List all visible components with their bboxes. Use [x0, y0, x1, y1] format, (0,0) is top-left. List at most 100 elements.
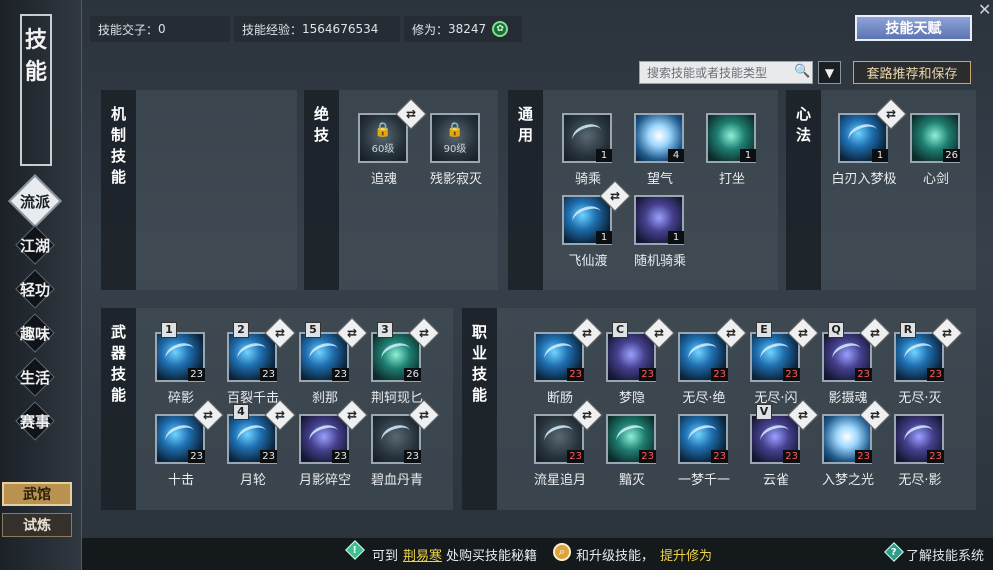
panel-title-char: 能: [110, 386, 126, 404]
wuguan-button[interactable]: 武馆: [2, 482, 72, 506]
nav-label: 江湖: [19, 236, 50, 255]
skill-wujin-jue[interactable]: 23 ⇄ 无尽·绝: [666, 317, 747, 410]
panel-zhiye: 职业技能 23 ⇄ 断肠 C 23 ⇄ 梦隐 23 ⇄ 无尽·绝 E 23 ⇄ …: [462, 308, 976, 510]
nav-label: 流派: [19, 192, 50, 211]
skill-xinjian[interactable]: 26 心剑: [898, 113, 974, 191]
skill-level: 23: [260, 450, 277, 463]
panel-zhiye-title: 职业技能: [462, 308, 497, 510]
shilian-button[interactable]: 试炼: [2, 513, 72, 537]
left-sidebar: 技 能 流派 江湖 轻功 趣味 生活 赛事 武馆 试炼: [0, 0, 82, 570]
panel-jueji-title: 绝技: [304, 90, 339, 290]
xiuwei-icon[interactable]: ✿: [492, 21, 509, 37]
skill-name: 无尽·绝: [682, 391, 726, 406]
skill-name: 流星追月: [533, 473, 586, 488]
nav-label: 轻功: [19, 280, 50, 299]
magnifier-icon[interactable]: ⌕: [553, 543, 571, 561]
skill-wujin-ying[interactable]: 23 无尽·影: [882, 414, 958, 492]
help-link[interactable]: 了解技能系统: [906, 545, 984, 564]
hotkey-badge: E: [756, 322, 772, 338]
page-title-char: 能: [24, 59, 47, 85]
skill-rumeng[interactable]: 23 ⇄ 入梦之光: [810, 399, 891, 492]
skill-shiji[interactable]: 23 ⇄ 十击: [143, 399, 224, 492]
nav-shenghuo[interactable]: 生活: [12, 354, 58, 400]
panel-title-char: 通: [517, 105, 533, 123]
skill-yueying[interactable]: 23 ⇄ 月影碎空: [287, 399, 368, 492]
skill-name: 一梦千一: [677, 473, 730, 488]
panel-jizhi: 机制技能: [101, 90, 297, 290]
panel-title-char: 技: [110, 365, 126, 383]
skill-dazuo[interactable]: 1 打坐: [694, 113, 770, 191]
search-icon[interactable]: 🔍: [794, 64, 810, 80]
skill-level: 23: [332, 368, 349, 381]
skill-anmie[interactable]: 23 黯灭: [594, 414, 670, 492]
skill-name: 残影寂灭: [429, 172, 482, 187]
skill-zhuihun[interactable]: 🔒 60级 ⇄ 追魂: [346, 98, 427, 191]
nav-qinggong[interactable]: 轻功: [12, 266, 58, 312]
skill-level: 23: [567, 368, 584, 381]
lock-icon: 🔒 60级: [371, 121, 395, 155]
hotkey-badge: Q: [828, 322, 844, 338]
lock-level: 60级: [371, 143, 395, 155]
skill-name: 无尽·影: [898, 473, 942, 488]
skill-suijiqicheng[interactable]: 1 随机骑乘: [622, 195, 698, 273]
skill-name: 月轮: [239, 473, 266, 488]
skill-level: 1: [596, 149, 612, 162]
panel-title-char: 机: [110, 105, 126, 123]
nav-label: 趣味: [19, 324, 50, 343]
skill-level: 23: [783, 368, 800, 381]
skill-level: 23: [260, 368, 277, 381]
bottom-tip-bar: [82, 538, 993, 570]
skill-level: 23: [855, 368, 872, 381]
nav-label: 赛事: [19, 412, 50, 431]
skill-canying[interactable]: 🔒 90级 残影寂灭: [418, 113, 494, 191]
skill-mengyin[interactable]: C 23 ⇄ 梦隐: [594, 317, 675, 410]
skill-level: 23: [404, 450, 421, 463]
exp-value: 1564676534: [302, 22, 379, 36]
skill-level: 1: [596, 231, 612, 244]
skill-feixiandu[interactable]: 1 ⇄ 飞仙渡: [550, 180, 631, 273]
skill-search-input[interactable]: 搜索技能或者技能类型: [639, 61, 813, 84]
skill-bairen[interactable]: 1 ⇄ 白刃入梦极: [826, 98, 907, 191]
recommend-save-button[interactable]: 套路推荐和保存: [853, 61, 971, 84]
skill-name: 入梦之光: [821, 473, 874, 488]
panel-title-char: 绝: [313, 105, 329, 123]
page-title-box: 技 能: [20, 14, 52, 166]
skill-wangqi[interactable]: 4 望气: [622, 113, 698, 191]
nav-jianghu[interactable]: 江湖: [12, 222, 58, 268]
skill-wujin-mie[interactable]: R 23 ⇄ 无尽·灭: [882, 317, 963, 410]
skill-name: 白刃入梦极: [831, 172, 897, 187]
skill-yimeng[interactable]: 23 一梦千一: [666, 414, 742, 492]
nav-quwei[interactable]: 趣味: [12, 310, 58, 356]
filter-icon[interactable]: ▼: [818, 61, 841, 84]
skill-bixue[interactable]: 23 ⇄ 碧血丹青: [359, 399, 440, 492]
panel-xinfa: 心法 1 ⇄ 白刃入梦极 26 心剑: [786, 90, 976, 290]
skill-yuelun[interactable]: 4 23 ⇄ 月轮: [215, 399, 296, 492]
skill-level: 1: [668, 231, 684, 244]
skill-level: 23: [188, 450, 205, 463]
panel-title-char: 技: [313, 126, 329, 144]
skill-name: 打坐: [718, 172, 745, 187]
panel-title-char: 制: [110, 126, 126, 144]
hotkey-badge: 5: [305, 322, 321, 338]
skill-level: 23: [783, 450, 800, 463]
jiaozi-stat: 技能交子： 0: [90, 16, 230, 42]
close-icon[interactable]: ✕: [978, 0, 991, 19]
skill-level: 4: [668, 149, 684, 162]
skill-level: 23: [711, 368, 728, 381]
nav-saishi[interactable]: 赛事: [12, 398, 58, 444]
panel-tongyong: 通用 1 骑乘 4 望气 1 打坐 1 ⇄ 飞仙渡 1 随机骑乘: [508, 90, 778, 290]
skill-level: 26: [943, 149, 960, 162]
skill-liuxing[interactable]: 23 ⇄ 流星追月: [522, 399, 603, 492]
exp-stat: 技能经验： 1564676534: [234, 16, 400, 42]
tip-text-1: 可到: [372, 549, 399, 564]
skill-level: 23: [639, 368, 656, 381]
panel-title-char: 器: [110, 344, 126, 362]
skill-yunque[interactable]: V 23 ⇄ 云雀: [738, 399, 819, 492]
skill-level: 26: [404, 368, 421, 381]
skill-talent-button[interactable]: 技能天赋: [855, 15, 972, 41]
skill-icon: 🔒 90级: [430, 113, 480, 163]
panel-title-char: 职: [471, 323, 487, 341]
lock-icon: 🔒 90级: [443, 121, 467, 155]
npc-link[interactable]: 荆易寒: [403, 545, 442, 564]
nav-liupai[interactable]: 流派: [8, 174, 62, 228]
